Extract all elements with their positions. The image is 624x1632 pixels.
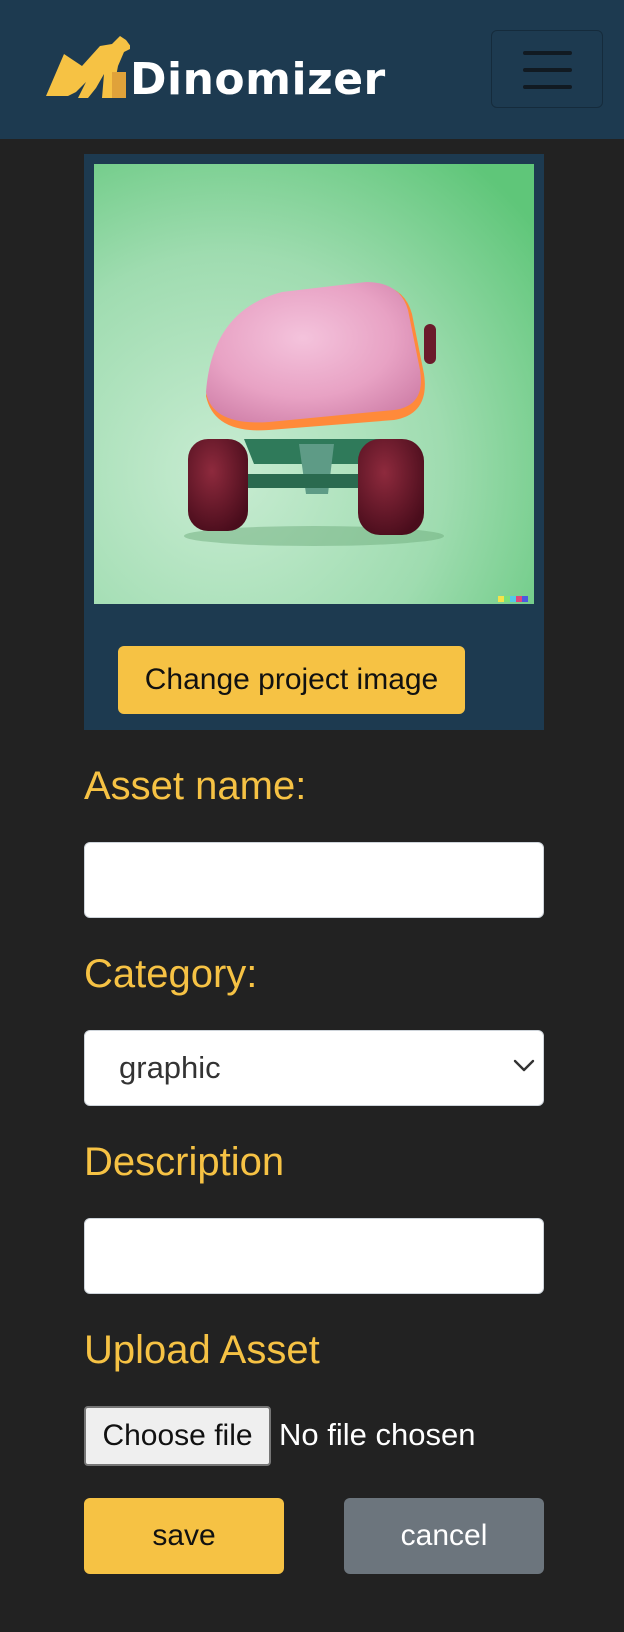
category-selected-value: graphic [119, 1050, 221, 1085]
brand-logo[interactable]: Dinomizer [46, 36, 386, 106]
save-button[interactable]: save [84, 1498, 284, 1574]
asset-name-input[interactable] [84, 842, 544, 918]
change-project-image-button[interactable]: Change project image [118, 646, 465, 714]
file-status-text: No file chosen [279, 1417, 476, 1452]
category-label: Category: [84, 952, 258, 996]
upload-asset-label: Upload Asset [84, 1328, 320, 1372]
chevron-down-icon [513, 1059, 535, 1072]
dinosaur-logo-icon [46, 36, 130, 98]
navbar: Dinomizer [0, 0, 624, 139]
cancel-button[interactable]: cancel [344, 1498, 544, 1574]
navbar-toggle-button[interactable] [491, 30, 603, 108]
asset-name-label: Asset name: [84, 764, 307, 808]
description-label: Description [84, 1140, 285, 1184]
category-select[interactable]: graphic [84, 1030, 544, 1106]
project-image [94, 164, 534, 604]
project-image-card: Change project image [84, 154, 544, 730]
brand-name: Dinomizer [130, 54, 386, 105]
description-input[interactable] [84, 1218, 544, 1294]
choose-file-button[interactable]: Choose file [84, 1406, 271, 1466]
hamburger-menu-icon [523, 51, 572, 55]
hamburger-menu-bar [523, 68, 572, 72]
hamburger-menu-bar [523, 85, 572, 89]
